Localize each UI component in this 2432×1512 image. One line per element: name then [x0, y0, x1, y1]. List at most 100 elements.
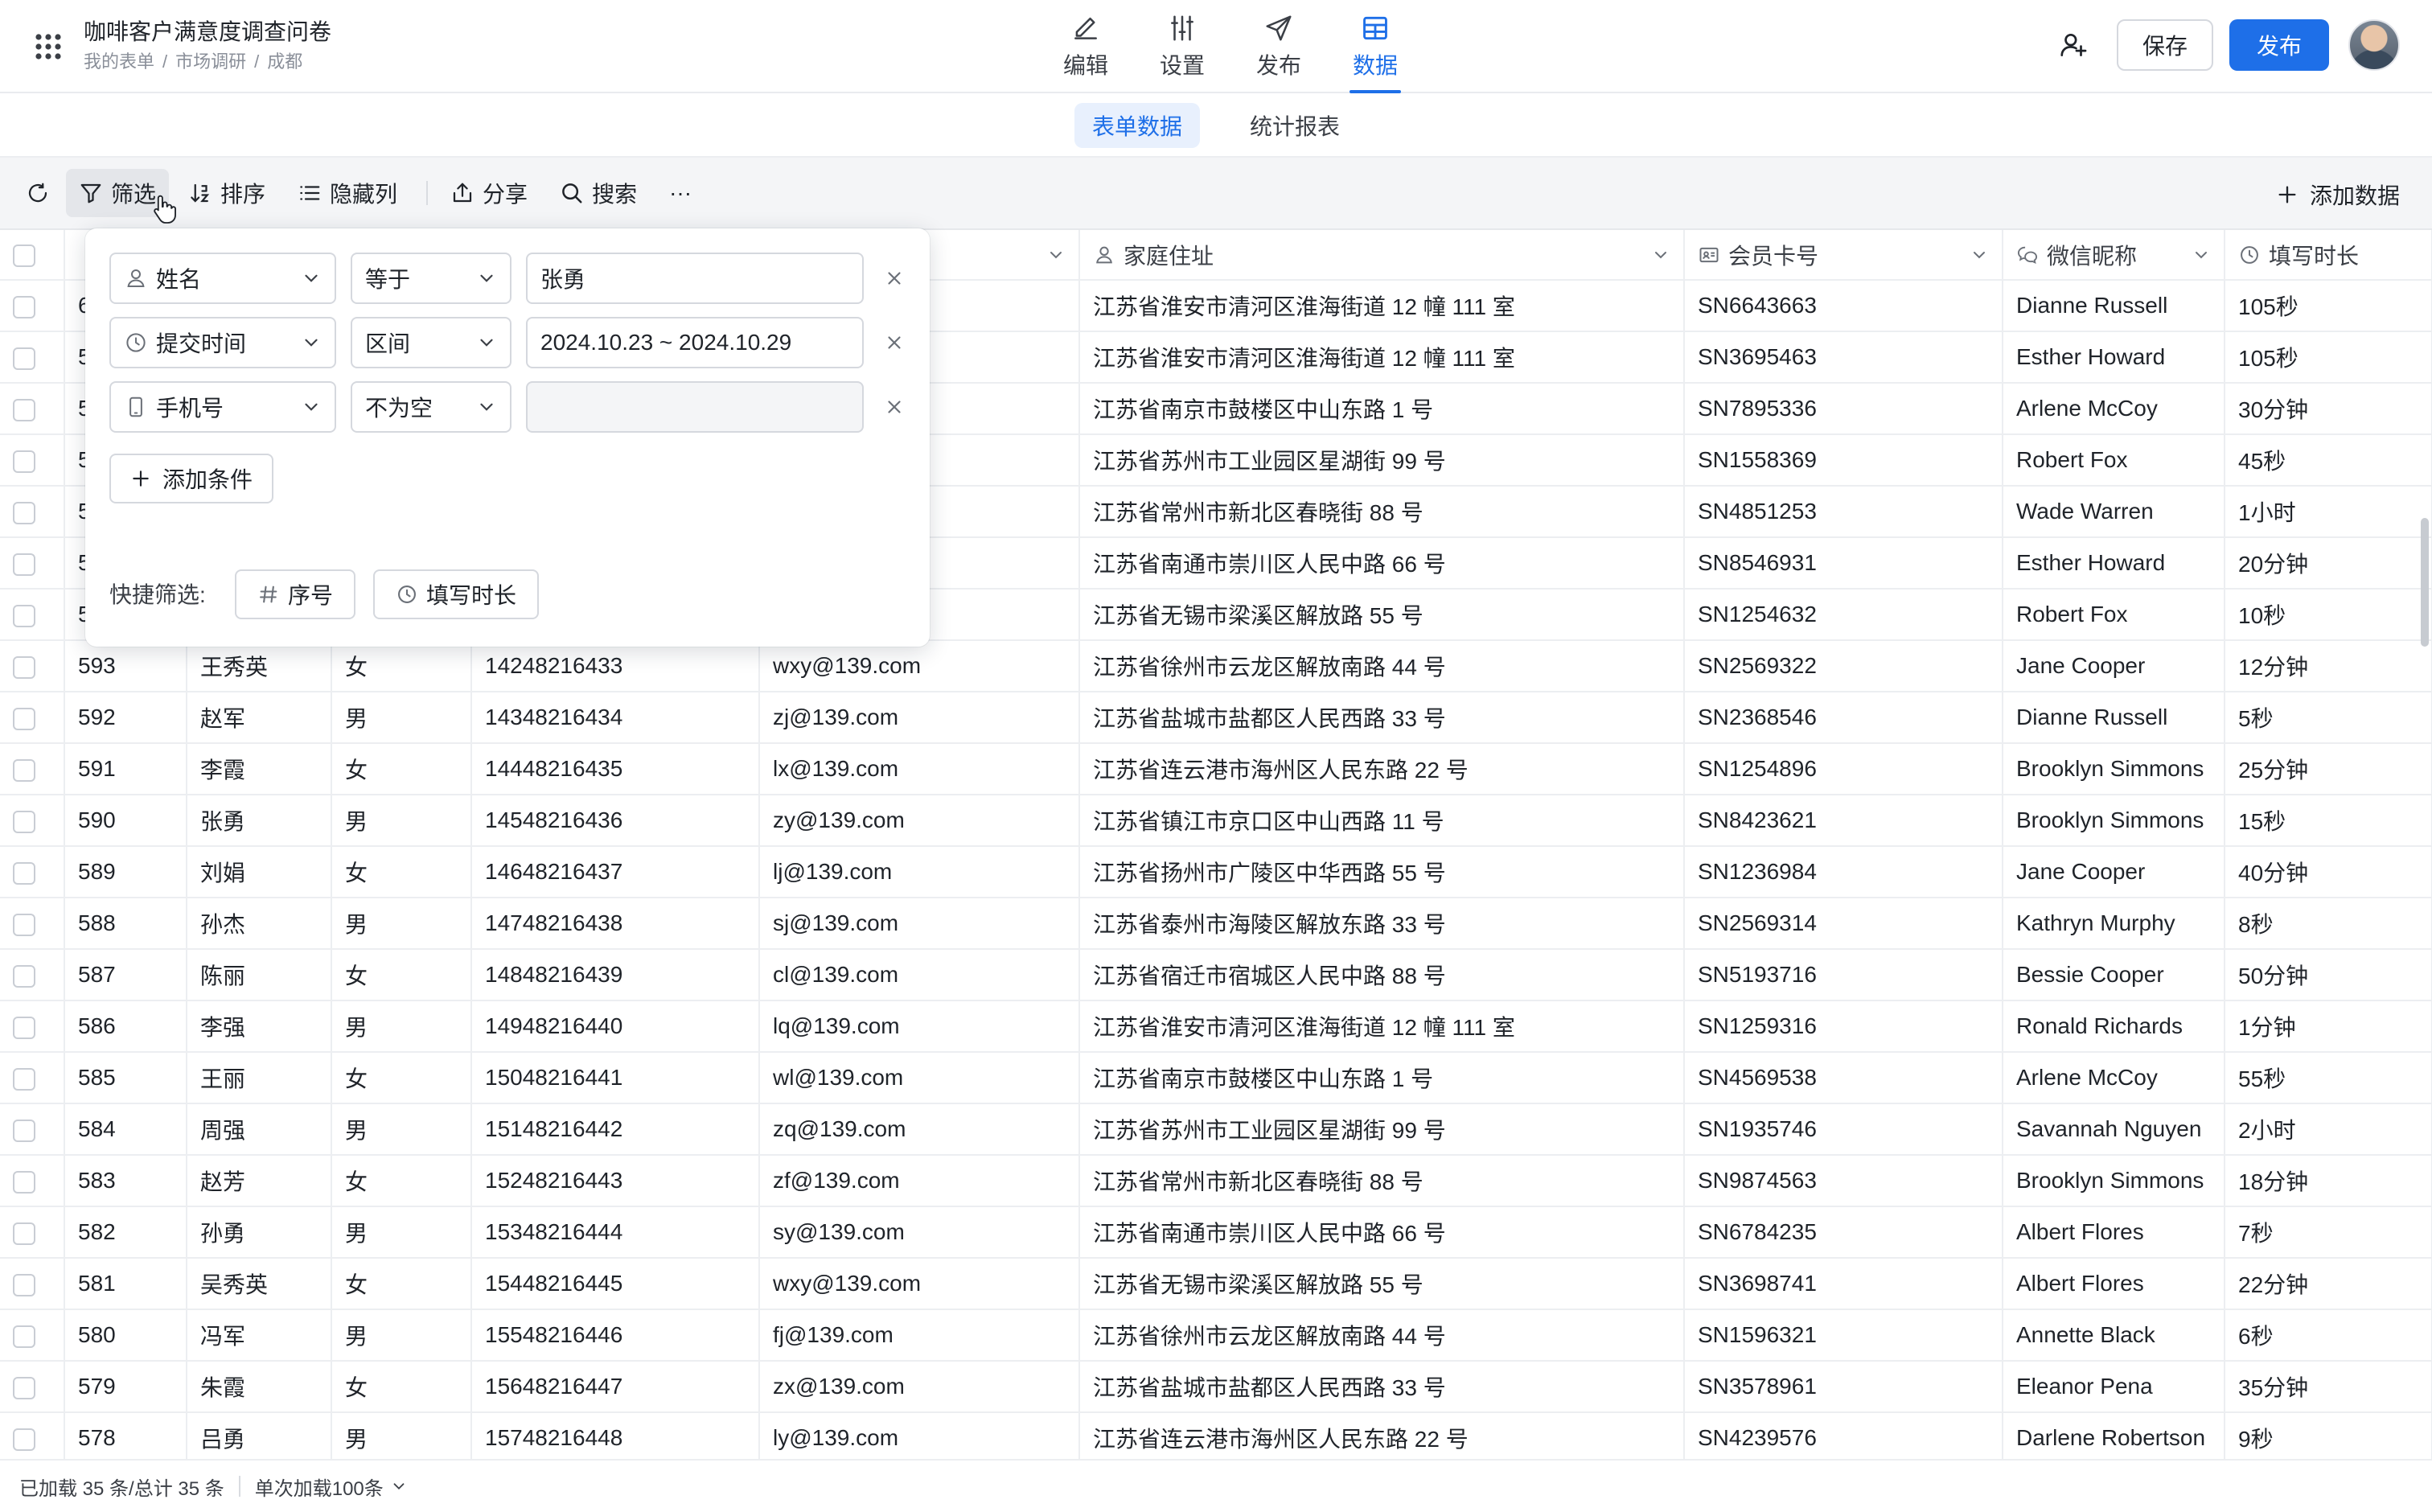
per-load-select[interactable]: 单次加载100条 — [255, 1473, 408, 1501]
table-cell[interactable]: 585 — [64, 1052, 187, 1104]
remove-condition-button[interactable] — [878, 391, 910, 423]
table-cell[interactable]: 22分钟 — [2225, 1258, 2432, 1310]
row-select-cell[interactable] — [0, 537, 65, 590]
more-button[interactable]: ··· — [656, 169, 705, 217]
table-cell[interactable]: 女 — [331, 1052, 472, 1104]
table-cell[interactable]: 陈丽 — [187, 949, 332, 1001]
table-cell[interactable]: lj@139.com — [759, 846, 1080, 898]
table-cell[interactable]: 15048216441 — [471, 1052, 760, 1104]
table-cell[interactable]: 吴秀英 — [187, 1258, 332, 1310]
table-cell[interactable]: zy@139.com — [759, 795, 1080, 847]
table-cell[interactable]: SN3698741 — [1684, 1258, 2003, 1310]
row-checkbox[interactable] — [13, 347, 35, 370]
table-row[interactable]: 583 赵芳女 15248216443 zf@139.com 江苏省常州市新北区春晓街 … — [0, 1155, 2432, 1207]
column-header-wechat[interactable]: 微信昵称 — [2003, 230, 2225, 281]
hide-columns-button[interactable]: 隐藏列 — [285, 169, 410, 217]
table-cell[interactable]: wl@139.com — [759, 1052, 1080, 1104]
table-cell[interactable]: 1分钟 — [2225, 1000, 2432, 1053]
table-cell[interactable]: Ronald Richards — [2003, 1000, 2225, 1053]
table-cell[interactable]: 江苏省盐城市盐都区人民西路 33 号 — [1079, 692, 1685, 744]
table-cell[interactable]: Dianne Russell — [2003, 280, 2225, 332]
column-header-duration[interactable]: 填写时长 — [2225, 230, 2432, 281]
table-cell[interactable]: 580 — [64, 1309, 187, 1362]
table-cell[interactable]: 江苏省淮安市清河区淮海街道 12 幢 111 室 — [1079, 331, 1685, 384]
row-select-cell[interactable] — [0, 383, 65, 435]
table-cell[interactable]: 女 — [331, 846, 472, 898]
header-select-all[interactable] — [0, 230, 65, 281]
table-cell[interactable]: 江苏省连云港市海州区人民东路 22 号 — [1079, 1412, 1685, 1459]
table-cell[interactable]: 589 — [64, 846, 187, 898]
row-checkbox[interactable] — [13, 1119, 35, 1142]
table-cell[interactable]: 男 — [331, 1206, 472, 1259]
table-cell[interactable]: Bessie Cooper — [2003, 949, 2225, 1001]
row-checkbox[interactable] — [13, 655, 35, 679]
row-select-cell[interactable] — [0, 1206, 65, 1259]
table-cell[interactable]: 10秒 — [2225, 589, 2432, 641]
nav-settings[interactable]: 设置 — [1134, 0, 1230, 93]
table-cell[interactable]: Albert Flores — [2003, 1258, 2225, 1310]
breadcrumb-item[interactable]: 成都 — [267, 48, 302, 76]
filter-operator-select[interactable]: 等于 — [351, 253, 511, 304]
table-cell[interactable]: SN8423621 — [1684, 795, 2003, 847]
table-cell[interactable]: 588 — [64, 898, 187, 950]
table-cell[interactable]: 女 — [331, 743, 472, 795]
table-cell[interactable]: 江苏省盐城市盐都区人民西路 33 号 — [1079, 1361, 1685, 1413]
table-cell[interactable]: Esther Howard — [2003, 331, 2225, 384]
table-cell[interactable]: 6秒 — [2225, 1309, 2432, 1362]
table-row[interactable]: 585 王丽女 15048216441 wl@139.com 江苏省南京市鼓楼区中山东路… — [0, 1052, 2432, 1104]
chevron-down-icon[interactable] — [1046, 245, 1066, 265]
filter-operator-select[interactable]: 区间 — [351, 317, 511, 368]
breadcrumb-item[interactable]: 市场调研 — [175, 48, 246, 76]
table-cell[interactable]: 男 — [331, 692, 472, 744]
table-cell[interactable]: SN1259316 — [1684, 1000, 2003, 1053]
save-button[interactable]: 保存 — [2116, 19, 2213, 71]
table-cell[interactable]: 50分钟 — [2225, 949, 2432, 1001]
table-cell[interactable]: SN6643663 — [1684, 280, 2003, 332]
row-checkbox[interactable] — [13, 553, 35, 576]
table-cell[interactable]: 女 — [331, 1361, 472, 1413]
table-cell[interactable]: 9秒 — [2225, 1412, 2432, 1459]
table-row[interactable]: 588 孙杰男 14748216438 sj@139.com 江苏省泰州市海陵区解放东路… — [0, 898, 2432, 950]
table-cell[interactable]: 江苏省扬州市广陵区中华西路 55 号 — [1079, 846, 1685, 898]
table-cell[interactable]: Savannah Nguyen — [2003, 1103, 2225, 1156]
table-cell[interactable]: 7秒 — [2225, 1206, 2432, 1259]
add-data-button[interactable]: 添加数据 — [2276, 171, 2400, 219]
table-cell[interactable]: 15648216447 — [471, 1361, 760, 1413]
table-cell[interactable]: SN6784235 — [1684, 1206, 2003, 1259]
nav-data[interactable]: 数据 — [1327, 0, 1423, 93]
table-cell[interactable]: Annette Black — [2003, 1309, 2225, 1362]
remove-condition-button[interactable] — [878, 327, 910, 359]
table-cell[interactable]: 105秒 — [2225, 280, 2432, 332]
row-select-cell[interactable] — [0, 846, 65, 898]
table-cell[interactable]: 25分钟 — [2225, 743, 2432, 795]
quick-filter-serial-button[interactable]: 序号 — [235, 569, 356, 619]
row-checkbox[interactable] — [13, 1428, 35, 1451]
table-row[interactable]: 589 刘娟女 14648216437 lj@139.com 江苏省扬州市广陵区中华西路… — [0, 846, 2432, 898]
row-checkbox[interactable] — [13, 1376, 35, 1399]
table-cell[interactable]: 583 — [64, 1155, 187, 1207]
table-cell[interactable]: Darlene Robertson — [2003, 1412, 2225, 1459]
row-select-cell[interactable] — [0, 1258, 65, 1310]
table-cell[interactable]: 592 — [64, 692, 187, 744]
table-cell[interactable]: 男 — [331, 795, 472, 847]
row-checkbox[interactable] — [13, 450, 35, 473]
table-cell[interactable]: SN2368546 — [1684, 692, 2003, 744]
table-cell[interactable]: 男 — [331, 1000, 472, 1053]
table-row[interactable]: 592 赵军男 14348216434 zj@139.com 江苏省盐城市盐都区人民西路… — [0, 692, 2432, 744]
search-button[interactable]: 搜索 — [547, 169, 650, 217]
row-select-cell[interactable] — [0, 589, 65, 641]
table-cell[interactable]: 女 — [331, 1258, 472, 1310]
table-cell[interactable]: Esther Howard — [2003, 537, 2225, 590]
table-cell[interactable]: Eleanor Pena — [2003, 1361, 2225, 1413]
table-cell[interactable]: lq@139.com — [759, 1000, 1080, 1053]
row-checkbox[interactable] — [13, 398, 35, 421]
table-cell[interactable]: 江苏省徐州市云龙区解放南路 44 号 — [1079, 1309, 1685, 1362]
column-header-address[interactable]: 家庭住址 — [1079, 230, 1685, 281]
table-cell[interactable]: sj@139.com — [759, 898, 1080, 950]
quick-filter-duration-button[interactable]: 填写时长 — [373, 569, 540, 619]
chevron-down-icon[interactable] — [1651, 245, 1670, 265]
table-cell[interactable]: fj@139.com — [759, 1309, 1080, 1362]
table-row[interactable]: 590 张勇男 14548216436 zy@139.com 江苏省镇江市京口区中山西路… — [0, 795, 2432, 847]
row-checkbox[interactable] — [13, 501, 35, 524]
table-cell[interactable]: wxy@139.com — [759, 1258, 1080, 1310]
